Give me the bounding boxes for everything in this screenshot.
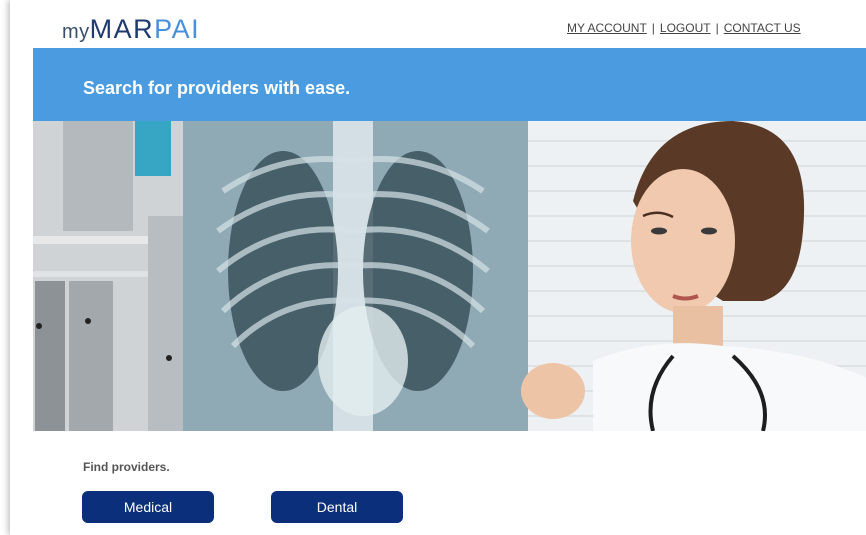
medical-button[interactable]: Medical bbox=[82, 491, 214, 523]
top-nav-links: MY ACCOUNT | LOGOUT | CONTACT US bbox=[567, 21, 801, 35]
logout-link[interactable]: LOGOUT bbox=[660, 21, 711, 35]
marpai-logo[interactable]: myMARPAI bbox=[62, 14, 200, 45]
logo-brand: MARPAI bbox=[90, 14, 201, 44]
binder bbox=[63, 121, 133, 231]
binder bbox=[69, 281, 113, 431]
binder-ring bbox=[85, 318, 91, 324]
binder-ring bbox=[36, 323, 42, 329]
doctor-xray-photo-icon bbox=[33, 121, 866, 431]
binder bbox=[135, 121, 171, 176]
doctor-eye bbox=[651, 227, 667, 235]
binder bbox=[35, 281, 65, 431]
binder bbox=[148, 216, 183, 431]
doctor-face bbox=[631, 169, 735, 313]
find-providers-label: Find providers. bbox=[83, 460, 170, 474]
nav-separator: | bbox=[715, 21, 719, 35]
doctor-eye bbox=[701, 227, 717, 235]
xray-heart bbox=[318, 306, 408, 416]
banner-title: Search for providers with ease. bbox=[83, 78, 351, 98]
hero-image bbox=[33, 121, 866, 431]
search-banner: Search for providers with ease. bbox=[33, 48, 866, 121]
logo-brand-part1: MAR bbox=[89, 14, 155, 44]
binder-ring bbox=[166, 355, 172, 361]
logo-prefix: my bbox=[62, 21, 90, 43]
logo-brand-part2: PAI bbox=[154, 14, 201, 44]
nav-separator: | bbox=[651, 21, 655, 35]
my-account-link[interactable]: MY ACCOUNT bbox=[567, 21, 647, 35]
dental-button[interactable]: Dental bbox=[271, 491, 403, 523]
contact-us-link[interactable]: CONTACT US bbox=[724, 21, 801, 35]
doctor-hand bbox=[521, 363, 585, 419]
